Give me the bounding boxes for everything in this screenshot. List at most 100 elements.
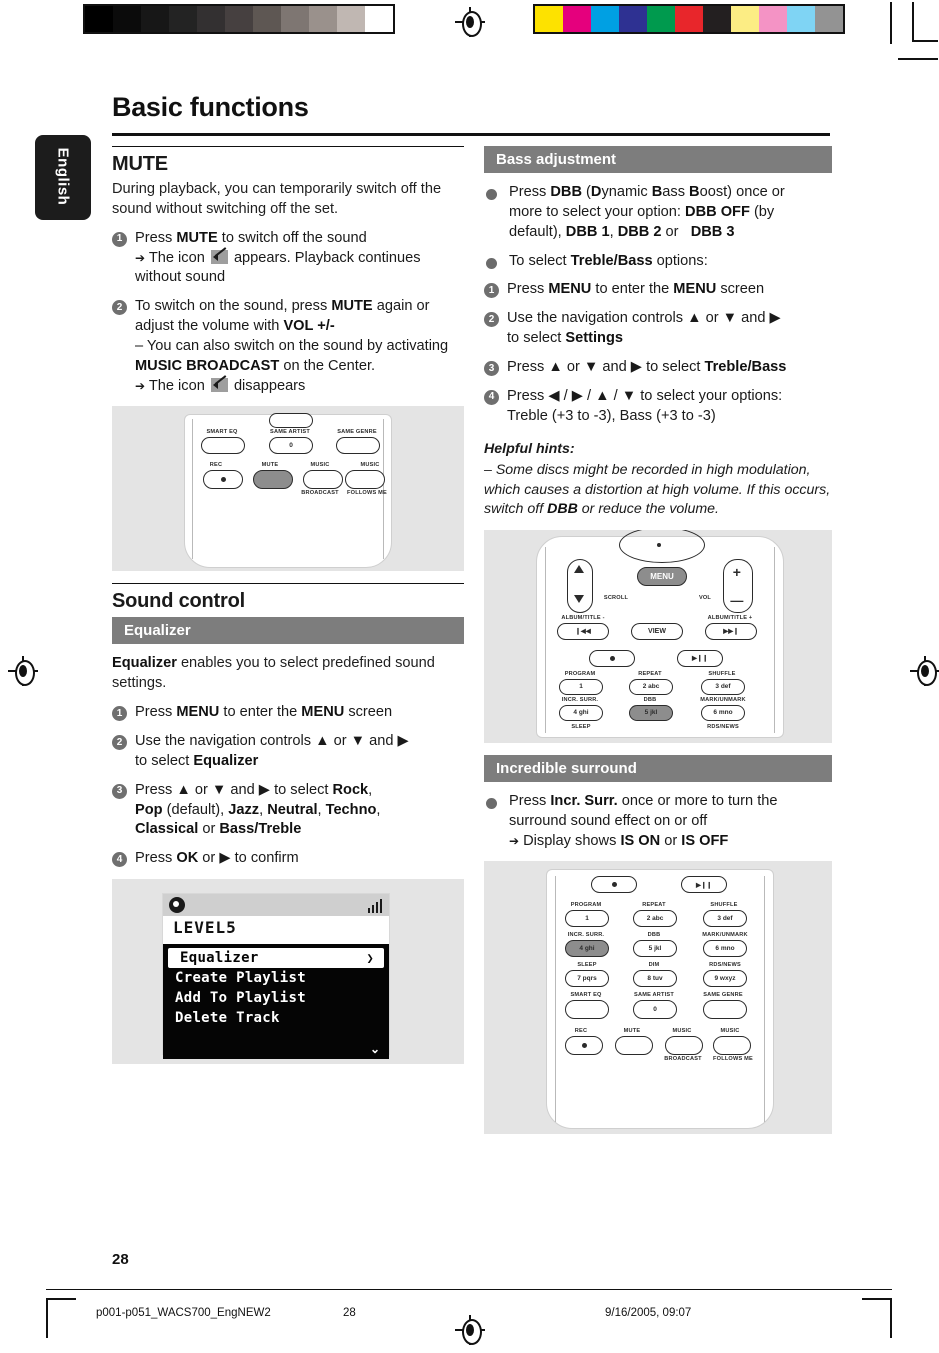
page-number: 28 <box>112 1251 129 1268</box>
language-tab-label: English <box>54 147 72 206</box>
incredible-surround-bar: Incredible surround <box>484 754 832 782</box>
grayscale-swatch <box>169 6 197 32</box>
step-number-badge: 2 <box>112 734 127 750</box>
mute-intro: During playback, you can temporarily swi… <box>112 181 442 217</box>
step-text: To switch on the sound, press MUTE again… <box>135 298 449 394</box>
lcd-status-bar <box>163 894 389 917</box>
lcd-menu-item-selected[interactable]: Equalizer ❯ <box>168 948 384 969</box>
lcd-menu-list: Equalizer ❯ Create Playlist Add To Playlist… <box>163 944 389 1060</box>
equalizer-section-bar: Equalizer <box>112 617 464 645</box>
hints-body: – Some discs might be recorded in high m… <box>484 462 831 518</box>
instruction-step: 1 Press MENU to enter the MENU screen <box>484 280 832 300</box>
equalizer-steps: 1 Press MENU to enter the MENU screen 2 Use… <box>112 703 464 869</box>
crop-mark <box>46 1298 76 1300</box>
color-swatch <box>675 6 703 32</box>
color-swatch <box>619 6 647 32</box>
registration-mark-left <box>8 656 38 686</box>
instruction-step: 2 Use the navigation controls ▲ or ▼ and … <box>112 732 464 772</box>
step-number-badge: 1 <box>112 706 127 722</box>
grayscale-swatch <box>85 6 113 32</box>
lcd-title: LEVEL5 <box>163 916 389 945</box>
instruction-step: 1 Press MENU to enter the MENU screen <box>112 703 464 723</box>
instruction-step: Press Incr. Surr. once or more to turn t… <box>484 792 832 852</box>
bullet-dot-icon <box>486 257 497 269</box>
signal-strength-icon <box>367 898 382 914</box>
lcd-menu-item-label: Create Playlist <box>175 970 306 987</box>
title-rule <box>112 133 830 136</box>
color-swatch <box>731 6 759 32</box>
color-swatch <box>759 6 787 32</box>
crop-mark <box>898 58 938 60</box>
step-text: Press OK or ▶ to confirm <box>135 850 299 867</box>
instruction-step: 4 Press ◀ / ▶ / ▲ / ▼ to select your opti… <box>484 387 832 427</box>
sound-control-heading: Sound control <box>112 590 245 613</box>
crop-mark <box>862 1298 892 1300</box>
step-text: To select Treble/Bass options: <box>509 252 708 269</box>
grayscale-swatch <box>365 6 393 32</box>
lcd-menu-item-label: Equalizer <box>180 950 259 967</box>
step-number-badge: 3 <box>484 360 499 376</box>
color-swatch <box>535 6 563 32</box>
registration-mark-top <box>455 7 485 37</box>
bullet-dot-icon <box>486 189 497 200</box>
footer-page: 28 <box>343 1307 356 1319</box>
color-swatch <box>815 6 843 32</box>
grayscale-swatch <box>197 6 225 32</box>
step-text: Press DBB (Dynamic Bass Boost) once or mo… <box>509 184 785 240</box>
step-text: Press ▲ or ▼ and ▶ to select Treble/Bass <box>507 358 787 375</box>
instruction-step: Press DBB (Dynamic Bass Boost) once or mo… <box>484 183 832 243</box>
crop-mark <box>890 1298 892 1338</box>
lcd-menu-item-label: Delete Track <box>175 1010 280 1027</box>
mute-remote-illustration: SMART EQ SAME ARTIST 0 SAME GENRE REC MU… <box>112 406 464 572</box>
helpful-hints: Helpful hints: – Some discs might be rec… <box>484 440 832 519</box>
instruction-step: To select Treble/Bass options: <box>484 252 832 272</box>
disc-icon <box>169 897 185 914</box>
lcd-menu-item[interactable]: Add To Playlist <box>163 988 389 1008</box>
color-swatch <box>563 6 591 32</box>
bullet-dot-icon <box>486 797 497 809</box>
step-number-badge: 1 <box>112 231 127 247</box>
step-text: Press MUTE to switch off the sound ➔ The … <box>135 229 421 286</box>
color-swatch <box>787 6 815 32</box>
right-column: Bass adjustment Press DBB (Dynamic Bass … <box>484 146 832 1146</box>
footer-filename: p001-p051_WACS700_EngNEW2 <box>96 1307 271 1319</box>
grayscale-swatch <box>337 6 365 32</box>
lcd-menu-item[interactable]: Delete Track <box>163 1008 389 1028</box>
instruction-step: 1 Press MUTE to switch off the sound ➔ The… <box>112 229 464 289</box>
step-number-badge: 3 <box>112 783 127 799</box>
registration-mark-right <box>910 656 939 686</box>
footer-rule <box>46 1289 892 1290</box>
registration-mark-bottom <box>455 1315 485 1345</box>
chevron-right-icon: ❯ <box>366 951 374 966</box>
color-swatch <box>703 6 731 32</box>
instruction-step: 2 To switch on the sound, press MUTE agai… <box>112 297 464 396</box>
mute-icon <box>210 377 228 392</box>
step-number-badge: 2 <box>112 300 127 316</box>
step-number-badge: 2 <box>484 312 499 328</box>
manual-page: English Basic functions MUTE During play… <box>0 0 939 1353</box>
step-number-badge: 4 <box>112 852 127 868</box>
bass-remote-illustration: SCROLL MENU VOL + — ALBUM/TITLE - ❙◀◀ VI… <box>484 529 832 743</box>
crop-mark <box>46 1298 48 1338</box>
language-tab: English <box>35 135 91 220</box>
mute-section-rule <box>112 146 464 147</box>
step-text: Use the navigation controls ▲ or ▼ and ▶… <box>507 310 781 347</box>
scroll-down-icon[interactable]: ⌄ <box>370 1042 380 1056</box>
crop-mark <box>912 40 938 42</box>
grayscale-swatch <box>113 6 141 32</box>
mute-icon <box>210 249 228 264</box>
grayscale-swatch <box>141 6 169 32</box>
incredible-surround-steps: Press Incr. Surr. once or more to turn t… <box>484 792 832 852</box>
color-calibration-bar <box>533 4 845 34</box>
color-swatch <box>647 6 675 32</box>
footer-date: 9/16/2005, 09:07 <box>605 1307 692 1319</box>
lcd-screen: LEVEL5 Equalizer ❯ Create Playlist Add To P… <box>162 893 390 1060</box>
crop-mark <box>890 2 892 44</box>
grayscale-swatch <box>253 6 281 32</box>
grayscale-swatch <box>225 6 253 32</box>
bass-adjustment-steps: Press DBB (Dynamic Bass Boost) once or mo… <box>484 183 832 426</box>
sound-control-rule <box>112 583 464 585</box>
hints-heading: Helpful hints: <box>484 441 575 458</box>
lcd-menu-item[interactable]: Create Playlist <box>163 968 389 988</box>
step-text: Press MENU to enter the MENU screen <box>135 704 393 721</box>
